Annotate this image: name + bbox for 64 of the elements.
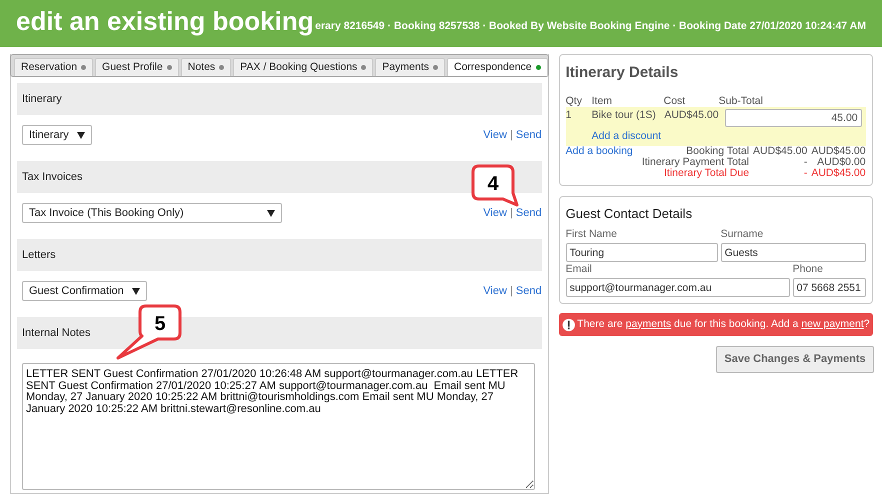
alert-link[interactable]: new payment <box>801 318 864 330</box>
add-booking-link[interactable]: Add a booking <box>566 144 633 157</box>
send-link[interactable]: Send <box>516 206 542 219</box>
tab[interactable]: Notes <box>180 58 232 76</box>
separator: | <box>508 284 514 297</box>
item-cell-text: Bike tour (1S) <box>592 108 657 123</box>
callout-marker: 5 <box>115 303 183 361</box>
column-header: Item <box>592 94 614 107</box>
tab[interactable]: Reservation <box>14 58 94 76</box>
tab[interactable]: PAX / Booking Questions <box>233 58 374 76</box>
field-label: First Name <box>566 227 618 242</box>
column-header: Sub-Total <box>718 94 764 107</box>
alert-message: There are payments due for this booking. Add a new payment? <box>577 316 870 332</box>
total-value: - <box>802 168 808 179</box>
callout-marker: 4 <box>470 163 520 208</box>
view-link[interactable]: View <box>483 128 507 141</box>
dropdown-icon <box>76 132 85 138</box>
qty-cell-text: 1 <box>566 108 572 123</box>
save-button[interactable]: Save Changes & Payments <box>716 346 874 373</box>
column-header: Qty <box>566 94 583 107</box>
text-field[interactable]: support@tourmanager.com.au <box>566 278 790 297</box>
booking-info: erary 8216549 · Booking 8257538 · Booked By Website Booking Engine · Booking Date 27/01/2020 10:24:47 AM <box>315 18 866 34</box>
total-value: AUD$45.00 <box>811 168 866 179</box>
text-field[interactable]: 07 5668 2551 <box>792 278 866 297</box>
document-select[interactable]: Tax Invoice (This Booking Only) <box>22 202 282 224</box>
section-heading: Letters <box>22 248 56 263</box>
separator: | <box>508 206 514 219</box>
cost-cell-text: AUD$45.00 <box>664 108 719 123</box>
section-heading: Internal Notes <box>22 326 90 341</box>
text-field[interactable]: Guests <box>720 242 866 262</box>
total-value: AUD$0.00 <box>816 156 866 168</box>
page-title: edit an existing booking <box>16 8 314 34</box>
field-label: Surname <box>720 227 764 242</box>
field-label: Email <box>566 262 593 277</box>
section-heading: Itinerary <box>22 92 62 107</box>
tab[interactable]: Payments <box>375 58 445 76</box>
column-header: Cost <box>664 94 686 107</box>
text-field[interactable]: Touring <box>566 242 718 262</box>
send-link[interactable]: Send <box>516 284 542 297</box>
total-label: Itinerary Total Due <box>664 168 750 179</box>
total-value: AUD$45.00 <box>811 146 866 157</box>
dropdown-icon <box>132 288 140 294</box>
warning-icon <box>562 318 576 332</box>
card-title: Guest Contact Details <box>566 204 694 223</box>
document-select[interactable]: Itinerary <box>22 124 92 146</box>
discount-link[interactable]: Add a discount <box>592 130 662 142</box>
send-link[interactable]: Send <box>516 128 542 141</box>
field-label: Phone <box>792 262 824 277</box>
view-link[interactable]: View <box>483 206 507 219</box>
tab[interactable]: Correspondence <box>446 58 548 76</box>
document-select[interactable]: Guest Confirmation <box>22 280 147 302</box>
dropdown-icon <box>267 210 275 216</box>
alert-link[interactable]: payments <box>626 318 672 330</box>
view-link[interactable]: View <box>483 284 507 297</box>
notes-field[interactable]: LETTER SENT Guest Confirmation 27/01/2020 10:26:48 AM support@tourmanager.com.au LETTER SENT Guest Confirmation 27/01/2020 10:25:27 AM support@tourmanager.com.au Email sent MU Monday, 27 January 2020 10:25:22 AM brittni@tourismholdings.com Email sent MU Monday, 27 January 2020 10:25:22 AM brittni.stewart@resonline.com.au <box>22 363 535 490</box>
card-title: Itinerary Details <box>566 63 680 83</box>
total-label: Booking Total <box>686 146 750 157</box>
tab[interactable]: Guest Profile <box>95 58 179 76</box>
subtotal-field[interactable]: 45.00 <box>724 108 862 127</box>
separator: | <box>508 128 514 141</box>
section-heading: Tax Invoices <box>22 170 83 185</box>
total-value: AUD$45.00 <box>753 146 808 157</box>
total-value: - <box>802 156 808 168</box>
total-label: Itinerary Payment Total <box>642 156 750 168</box>
